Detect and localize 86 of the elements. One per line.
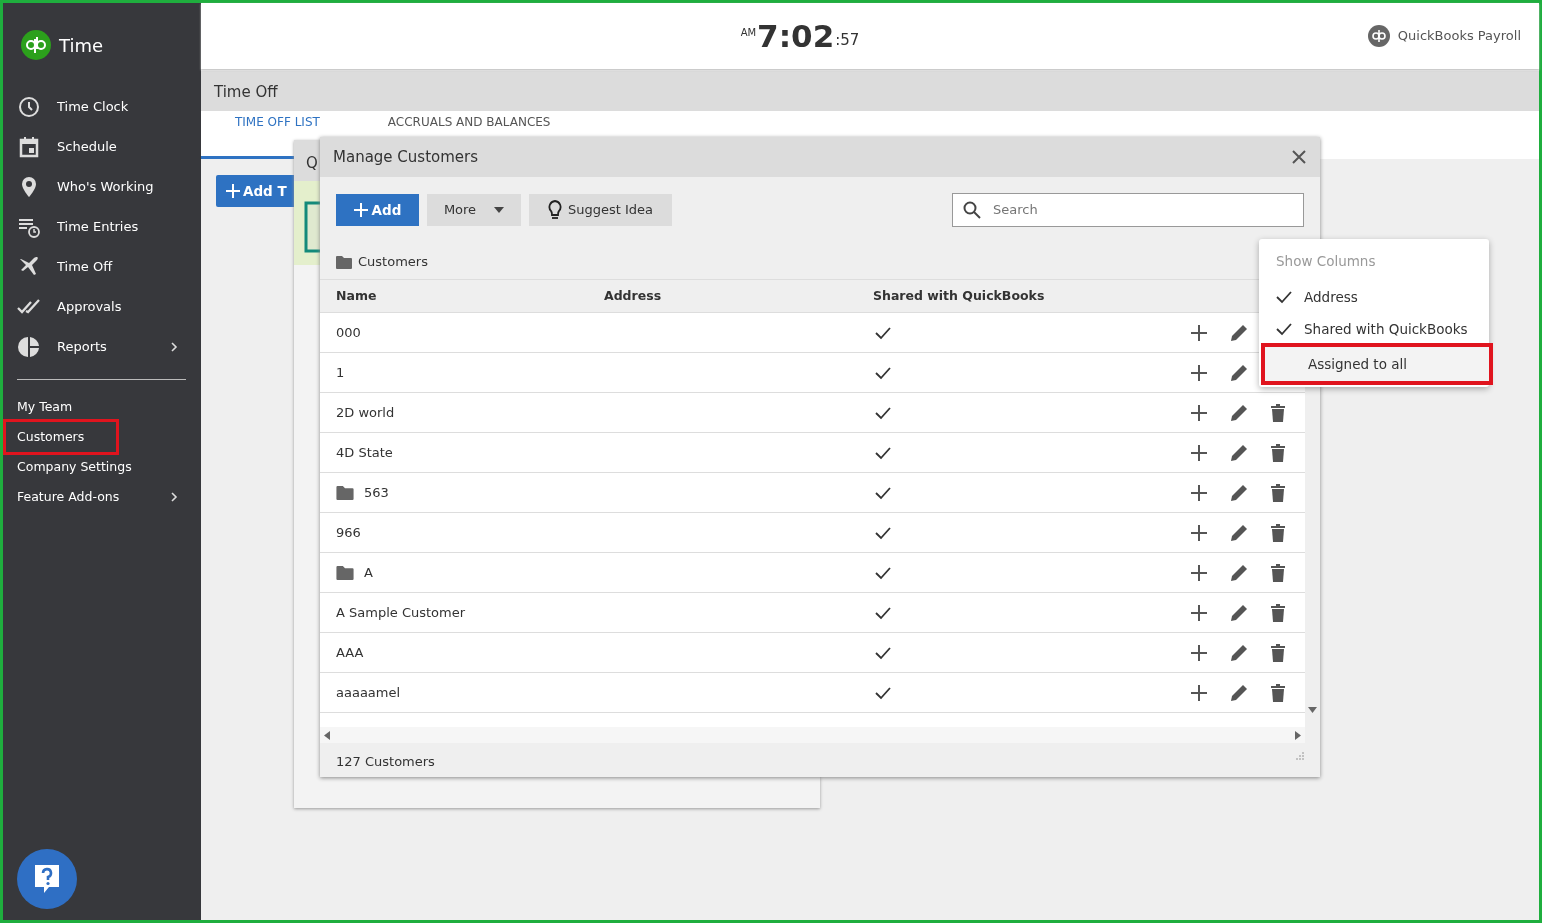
name-cell-text: 563: [364, 483, 389, 502]
suggest-idea-button[interactable]: Suggest Idea: [529, 194, 672, 226]
edit-button[interactable]: [1229, 322, 1249, 343]
add-button[interactable]: [1191, 644, 1207, 661]
add-button[interactable]: [1191, 484, 1207, 501]
name-cell-text: aaaaamel: [336, 683, 402, 702]
menu-item[interactable]: Address: [1259, 281, 1489, 314]
delete-button[interactable]: [1271, 603, 1285, 622]
add-button[interactable]: [1191, 684, 1207, 701]
clock-seconds: :57: [835, 30, 860, 51]
more-button[interactable]: More: [427, 194, 521, 226]
sidebar-item[interactable]: Approvals: [3, 287, 201, 327]
name-cell-text: 2D world: [336, 403, 396, 422]
folder-icon: [336, 255, 352, 269]
help-button[interactable]: [17, 849, 77, 909]
name-cell-text: AAA: [336, 643, 365, 662]
clock-icon: [17, 95, 41, 119]
customer-count: 127 Customers: [336, 753, 435, 768]
sidebar-item[interactable]: Reports: [3, 327, 201, 367]
name-cell-text: 966: [336, 523, 362, 542]
sidebar-link[interactable]: My Team: [3, 392, 201, 422]
column-header: Address: [604, 286, 663, 305]
add-button[interactable]: [1191, 564, 1207, 581]
scroll-right-icon: [1295, 730, 1301, 740]
name-cell-text: 1: [336, 363, 346, 382]
question-icon: [33, 863, 61, 895]
meridiem-label: AM: [740, 25, 757, 40]
plus-icon: [353, 203, 368, 217]
delete-button[interactable]: [1271, 443, 1285, 462]
plus-icon: [226, 184, 240, 198]
delete-button[interactable]: [1271, 643, 1285, 662]
logo-icon: [1367, 25, 1390, 47]
edit-button[interactable]: [1229, 362, 1249, 383]
sidebar-link[interactable]: Company Settings: [3, 452, 201, 482]
scroll-down-icon: [1308, 707, 1317, 713]
clock-time: 7:02: [757, 20, 835, 52]
edit-button[interactable]: [1229, 602, 1249, 623]
edit-button[interactable]: [1229, 562, 1249, 583]
delete-button[interactable]: [1271, 483, 1285, 502]
resize-grip-icon: [1296, 752, 1304, 760]
page-title: Time Off: [201, 71, 1539, 111]
edit-button[interactable]: [1229, 442, 1249, 463]
sidebar-item[interactable]: Who's Working: [3, 167, 201, 207]
name-cell-text: 4D State: [336, 443, 394, 462]
add-button[interactable]: [1191, 404, 1207, 421]
edit-button[interactable]: [1229, 682, 1249, 703]
edit-button[interactable]: [1229, 642, 1249, 663]
add-button[interactable]: [1191, 444, 1207, 461]
delete-button[interactable]: [1271, 683, 1285, 702]
close-button[interactable]: [1291, 149, 1307, 165]
edit-button[interactable]: [1229, 522, 1249, 543]
edit-button[interactable]: [1229, 402, 1249, 423]
menu-item[interactable]: Assigned to all: [1263, 345, 1491, 384]
add-button[interactable]: [1191, 324, 1207, 341]
sidebar-item[interactable]: Time Off: [3, 247, 201, 287]
edit-button[interactable]: [1229, 482, 1249, 503]
sidebar-link[interactable]: Feature Add-ons: [3, 482, 201, 512]
column-header: Name: [336, 286, 378, 305]
app-name: Time: [59, 33, 104, 58]
name-cell-text: 000: [336, 323, 362, 342]
calendar-icon: [17, 135, 41, 159]
product-name: QuickBooks Payroll: [1397, 27, 1521, 46]
delete-button[interactable]: [1271, 563, 1285, 582]
name-cell-text: A: [364, 563, 373, 582]
search-icon: [963, 201, 981, 219]
column-header: Shared with QuickBooks: [873, 286, 1046, 305]
pie-chart-icon: [17, 335, 41, 359]
menu-item[interactable]: Shared with QuickBooks: [1259, 313, 1489, 346]
name-cell-text: A Sample Customer: [336, 603, 467, 622]
scroll-left-icon: [324, 730, 330, 740]
delete-button[interactable]: [1271, 523, 1285, 542]
add-button[interactable]: [1191, 364, 1207, 381]
sidebar-item[interactable]: Time Clock: [3, 87, 201, 127]
sidebar-item[interactable]: Time Entries: [3, 207, 201, 247]
add-button[interactable]: [1191, 604, 1207, 621]
breadcrumb[interactable]: Customers: [358, 252, 428, 272]
menu-title: Show Columns: [1275, 252, 1377, 271]
delete-button[interactable]: [1271, 403, 1285, 422]
sidebar-link[interactable]: Customers: [6, 422, 116, 452]
search-field[interactable]: Search: [952, 193, 1304, 227]
add-button[interactable]: Add: [336, 194, 419, 226]
logo-icon: [21, 30, 51, 60]
caret-icon: [494, 207, 505, 213]
sidebar-item[interactable]: Schedule: [3, 127, 201, 167]
add-button[interactable]: [1191, 524, 1207, 541]
lightbulb-icon: [547, 200, 562, 220]
